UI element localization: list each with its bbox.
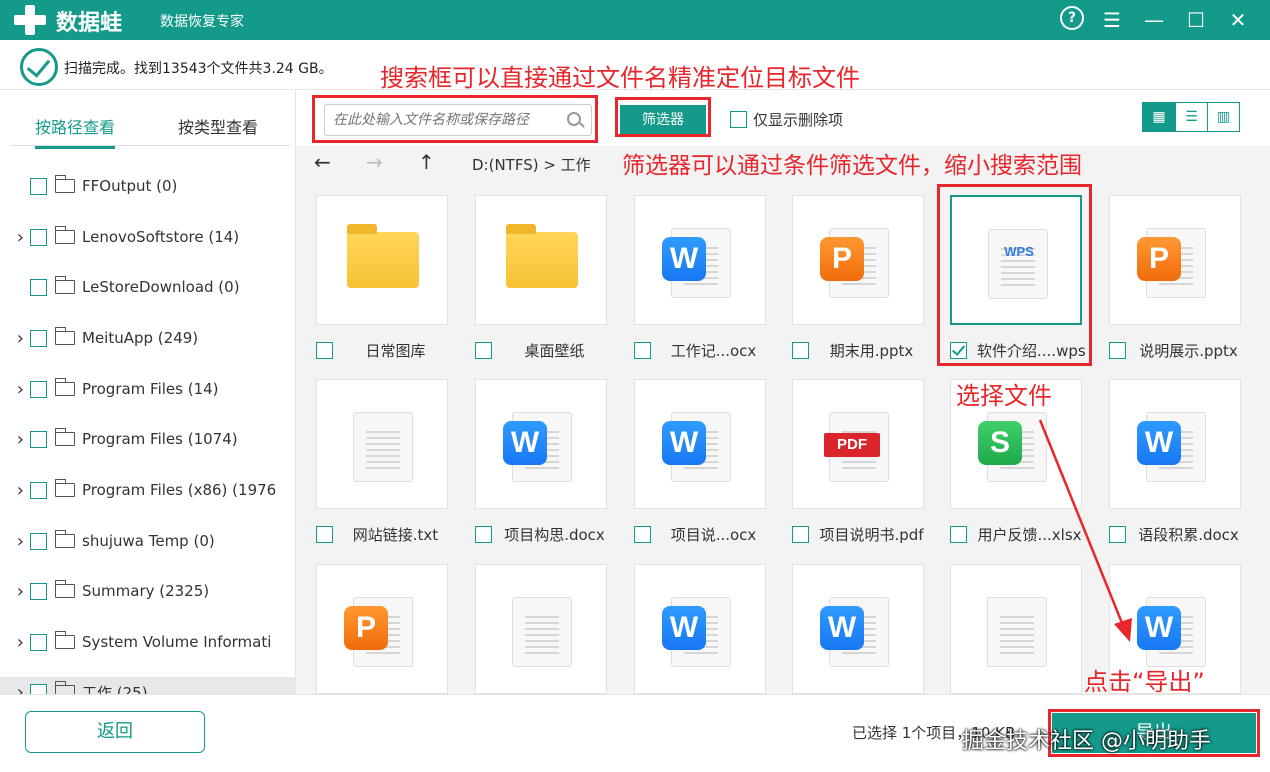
return-button[interactable]: 返回 [25,711,205,753]
bottom-bar: 返回 已选择 1个项目，10 KB 导出 掘金技术社区 @小明助手 [0,694,1270,772]
annotation-arrow [1038,419,1132,642]
watermark: 掘金技术社区 @小明助手 [962,729,1211,754]
